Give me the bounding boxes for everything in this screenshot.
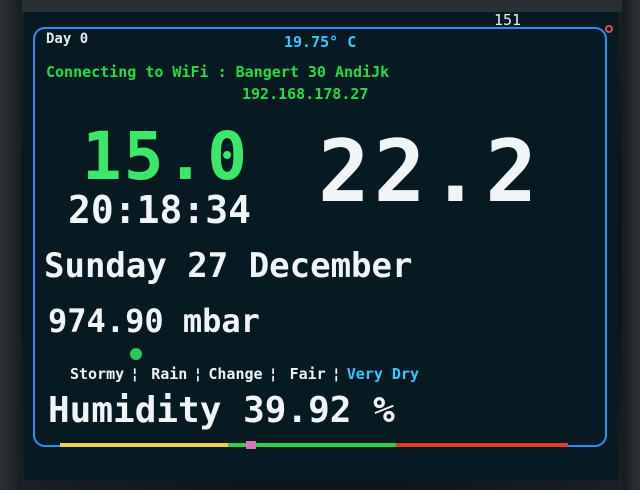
pressure-reading: 974.90 mbar [48,302,260,340]
bezel-right [622,0,640,490]
big-left-value: 15.0 [82,118,249,195]
forecast-indicator-icon [130,348,142,360]
forecast-very-dry: Very Dry [346,365,419,383]
forecast-fair: Fair [289,365,326,383]
ip-address: 192.168.178.27 [242,85,369,103]
pressure-bar-segment-red [396,443,568,447]
forecast-scale: Stormy ¦ Rain ¦ Change ¦ Fair ¦ Very Dry [70,365,419,383]
bezel-top [0,0,640,12]
forecast-separator: ¦ [193,365,203,383]
forecast-separator: ¦ [268,365,278,383]
date-label: Sunday 27 December [44,246,413,286]
forecast-rain: Rain [151,365,188,383]
forecast-stormy: Stormy [70,365,125,383]
forecast-separator: ¦ [130,365,140,383]
photo-frame: 151 Day 0 19.75° C Connecting to WiFi : … [0,0,640,490]
pressure-bar-marker [246,441,256,449]
humidity-reading: Humidity 39.92 % [48,390,395,431]
wifi-status: Connecting to WiFi : Bangert 30 AndiJk [46,63,390,81]
status-led-icon [605,25,613,33]
forecast-change: Change [208,365,263,383]
clock-time: 20:18:34 [68,188,252,232]
day-label: Day 0 [46,31,89,47]
forecast-separator: ¦ [331,365,341,383]
indoor-temperature: 19.75° C [284,33,357,51]
bezel-left [0,0,22,490]
pressure-bar-segment-yellow [60,443,228,447]
big-right-value: 22.2 [318,122,542,222]
